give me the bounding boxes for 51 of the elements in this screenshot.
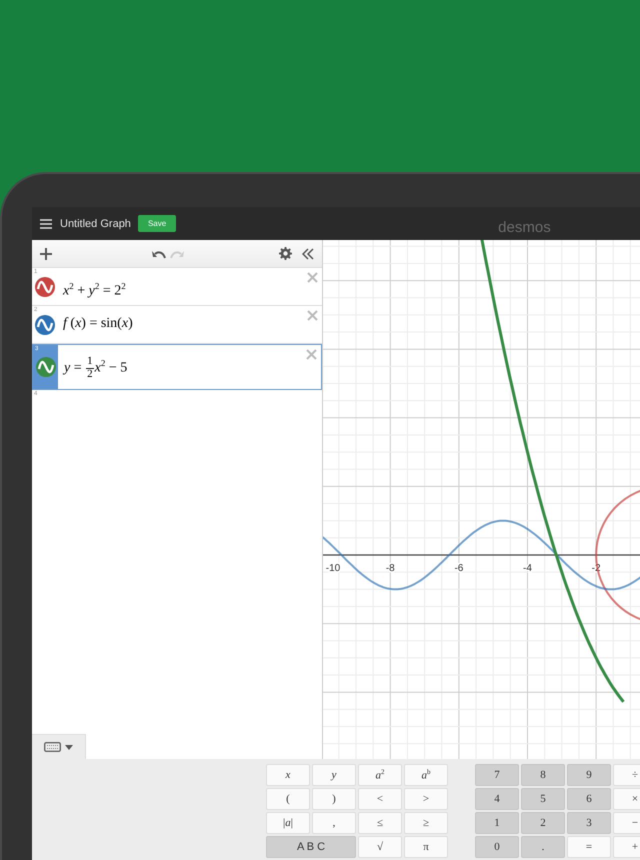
keypad-key[interactable]: 6 [567, 788, 611, 810]
math-expression[interactable]: x$^{2}$ + y$^{2}$ = 2$^{2}$ [57, 268, 126, 305]
keypad-key[interactable]: 7 [475, 764, 519, 786]
keypad-key[interactable]: ≤ [358, 812, 402, 834]
wave-icon[interactable] [36, 357, 56, 377]
keypad-key[interactable]: 2 [521, 812, 565, 834]
keypad-key[interactable]: 9 [567, 764, 611, 786]
menu-icon[interactable] [40, 218, 52, 228]
keypad-key[interactable]: √ [358, 836, 402, 858]
keypad-key[interactable]: 8 [521, 764, 565, 786]
keypad-key[interactable]: . [521, 836, 565, 858]
caret-icon [65, 744, 73, 750]
keypad-key[interactable]: + [613, 836, 640, 858]
keypad-key[interactable]: ( [266, 788, 310, 810]
keypad-key[interactable]: , [312, 812, 356, 834]
add-button[interactable] [38, 246, 54, 262]
keypad-key[interactable]: a$^{2}$ [358, 764, 402, 786]
keypad-key[interactable]: a$^{b}$ [404, 764, 448, 786]
keypad-key[interactable]: x [266, 764, 310, 786]
double-chevron-icon[interactable] [302, 248, 314, 260]
axis-tick-label: -6 [454, 563, 464, 574]
wave-icon[interactable] [34, 314, 54, 334]
keyboard-icon [44, 742, 61, 752]
sine-curve[interactable] [323, 520, 640, 590]
axis-tick-label: -8 [386, 563, 395, 574]
wave-icon[interactable] [34, 276, 54, 296]
keypad-key[interactable]: 0 [475, 836, 519, 858]
keypad-key[interactable]: = [567, 836, 611, 858]
keypad-key[interactable]: × [613, 788, 640, 810]
graph-title[interactable]: Untitled Graph [60, 218, 131, 230]
axis-tick-label: -4 [523, 563, 532, 574]
keypad-key[interactable]: π [404, 836, 448, 858]
keypad-key[interactable]: |a| [266, 812, 310, 834]
axis-tick-label: -10 [326, 563, 340, 574]
keyboard-toggle-tab[interactable] [32, 734, 86, 759]
keypad-key[interactable]: − [613, 812, 640, 834]
keypad-key[interactable]: > [404, 788, 448, 810]
keypad-key[interactable]: ) [312, 788, 356, 810]
keypad-key[interactable]: ÷ [613, 764, 640, 786]
keypad-key[interactable]: A B C [266, 836, 356, 858]
keypad-key[interactable]: 3 [567, 812, 611, 834]
keypad-key[interactable]: 1 [475, 812, 519, 834]
settings-icon[interactable] [279, 247, 292, 260]
math-expression[interactable]: f (x) = sin(x) [57, 306, 133, 343]
logo: desmos [498, 219, 551, 236]
parabola-curve[interactable] [478, 240, 625, 703]
keypad-key[interactable]: < [358, 788, 402, 810]
keypad-key[interactable]: 5 [521, 788, 565, 810]
keypad-key[interactable]: 4 [475, 788, 519, 810]
keypad-key[interactable]: ≥ [404, 812, 448, 834]
keypad-key[interactable]: y [312, 764, 356, 786]
